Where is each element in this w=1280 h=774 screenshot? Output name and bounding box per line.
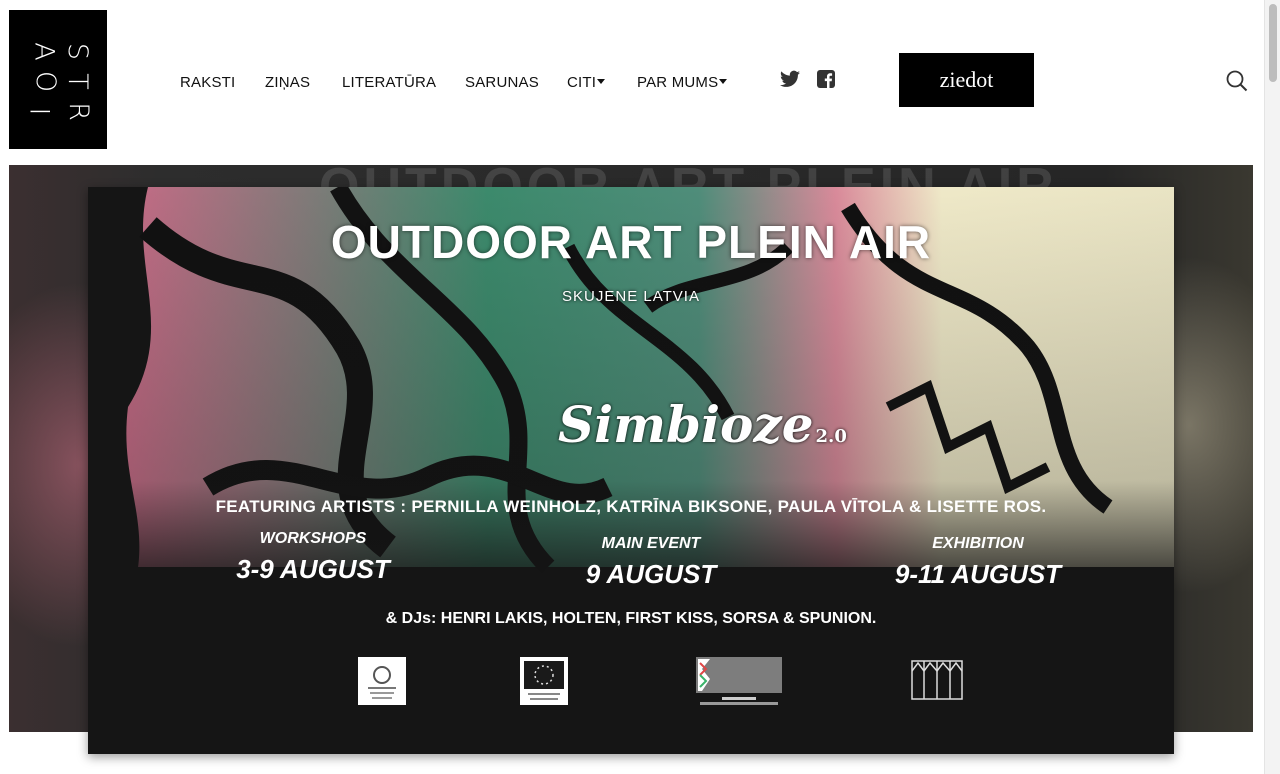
event-exhibition: EXHIBITION 9-11 AUGUST [878,535,1078,590]
nav-label: PAR MUMS [637,74,719,91]
event-label: EXHIBITION [932,535,1024,552]
logo-letter: S [62,42,94,61]
page: S T R A O I RAKSTI ZIŅAS LITERATŪRA SARU… [0,0,1280,774]
logo-letter: T [61,73,93,90]
nav-item-citi[interactable]: CITI [567,74,606,91]
event-poster[interactable]: OUTDOOR ART PLEIN AIR SKUJENE LATVIA Sim… [88,187,1174,754]
nav-item-raksti[interactable]: RAKSTI [180,74,235,91]
poster-title: OUTDOOR ART PLEIN AIR [330,216,932,268]
facebook-icon[interactable] [817,70,835,93]
featuring-artists: FEATURING ARTISTS : PERNILLA WEINHOLZ, K… [215,497,1047,516]
donate-button[interactable]: ziedot [899,53,1034,107]
scrollbar-thumb[interactable] [1269,4,1277,82]
event-label: WORKSHOPS [259,530,367,547]
nav-item-par-mums[interactable]: PAR MUMS [637,74,728,91]
agency-emblem [358,657,406,710]
event-label: MAIN EVENT [601,535,701,552]
logo-letter: R [62,102,94,121]
djs-line: & DJs: HENRI LAKIS, HOLTEN, FIRST KISS, … [385,610,877,627]
donate-label: ziedot [939,67,994,92]
logo-version: 2.0 [815,426,847,447]
nav-label: CITI [567,74,597,91]
simbioze-logo: Simbioze 2.0 [558,395,847,454]
logo-letter: O [30,70,62,93]
twitter-icon[interactable] [780,70,800,93]
nav-label: ZIŅAS [265,74,311,91]
logo-letter: I [23,107,55,116]
event-workshops: WORKSHOPS 3-9 AUGUST [228,530,398,585]
search-icon[interactable] [1226,70,1248,92]
nav-label: LITERATŪRA [342,74,437,91]
site-logo[interactable]: S T R A O I [9,10,107,149]
nav-item-sarunas[interactable]: SARUNAS [465,74,539,91]
nav-item-literatura[interactable]: LITERATŪRA [342,74,436,91]
logo-text: Simbioze [558,395,814,454]
vkkf-logo [696,657,782,712]
event-main: MAIN EVENT 9 AUGUST [566,535,736,590]
logo-letter: A [28,42,60,61]
caret-down-icon [719,79,728,84]
event-date: 9-11 AUGUST [894,559,1062,589]
caret-down-icon [597,79,606,84]
page-scrollbar[interactable] [1264,0,1280,774]
event-date: 9 AUGUST [585,559,717,589]
event-date: 3-9 AUGUST [236,554,390,584]
nav-label: RAKSTI [180,74,236,91]
house-logo [910,657,964,708]
nav-label: SARUNAS [465,74,539,91]
eu-flag [520,657,568,710]
nav-item-zinas[interactable]: ZIŅAS [265,74,310,91]
poster-subtitle: SKUJENE LATVIA [562,288,700,305]
